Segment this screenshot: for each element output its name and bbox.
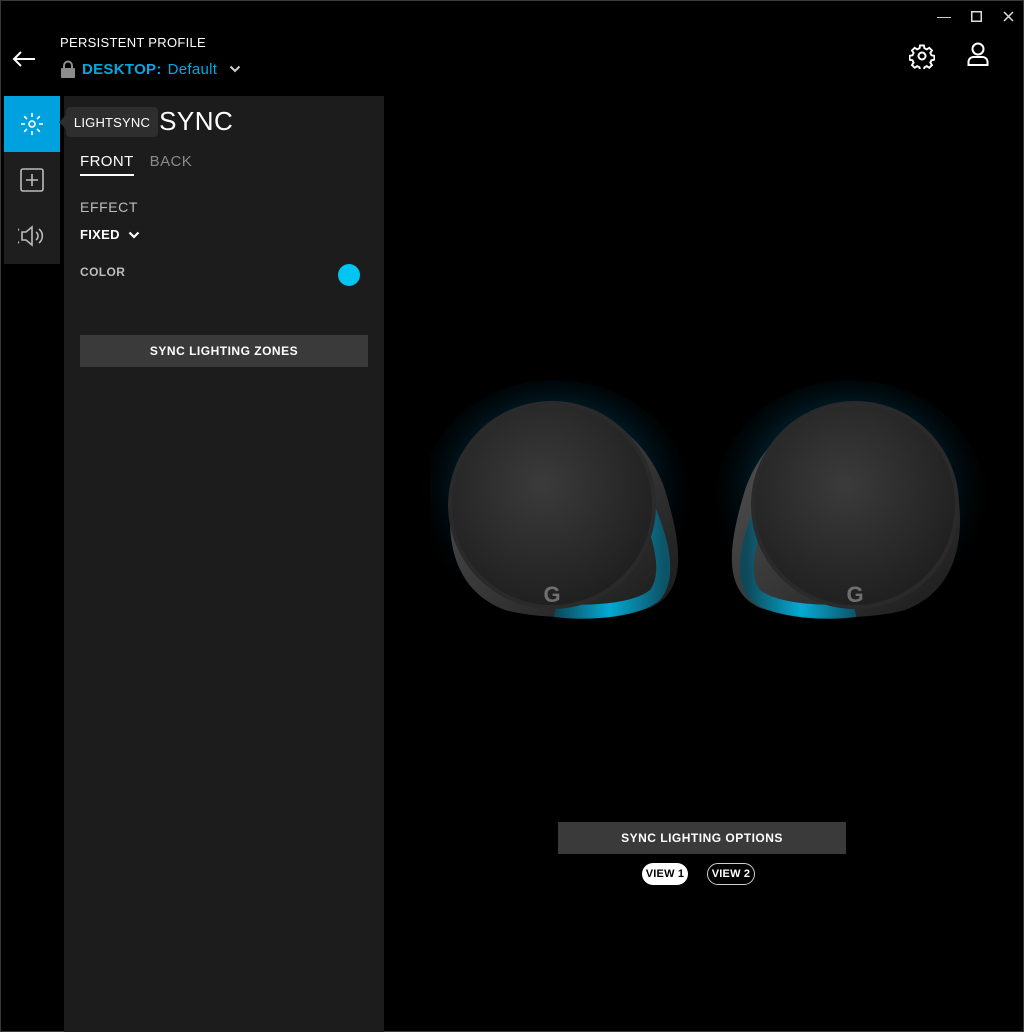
user-icon bbox=[967, 42, 989, 66]
svg-text:G: G bbox=[846, 582, 863, 607]
gear-icon bbox=[909, 44, 935, 69]
maximize-icon bbox=[970, 10, 982, 22]
effect-dropdown[interactable]: FIXED bbox=[80, 227, 140, 242]
left-speaker: G bbox=[430, 380, 690, 620]
account-button[interactable] bbox=[962, 38, 994, 70]
settings-button[interactable] bbox=[906, 40, 938, 72]
profile-prefix: DESKTOP: bbox=[82, 60, 162, 78]
sync-lighting-options-button[interactable]: SYNC LIGHTING OPTIONS bbox=[558, 822, 846, 854]
plus-square-icon bbox=[20, 168, 44, 192]
view-2-button[interactable]: VIEW 2 bbox=[707, 863, 755, 885]
rail-item-assignments[interactable] bbox=[4, 152, 60, 208]
minimize-button[interactable]: — bbox=[931, 6, 957, 26]
chevron-down-icon bbox=[128, 231, 140, 239]
effect-label: EFFECT bbox=[80, 199, 139, 215]
lightsync-panel: LIGHTSYNC FRONT BACK EFFECT FIXED COLOR … bbox=[64, 96, 384, 1032]
color-label: COLOR bbox=[80, 265, 126, 279]
close-button[interactable] bbox=[995, 6, 1021, 26]
view-1-button[interactable]: VIEW 1 bbox=[642, 863, 688, 885]
rail-item-lightsync[interactable] bbox=[4, 96, 60, 152]
effect-value: FIXED bbox=[80, 227, 120, 242]
profile-selector[interactable]: DESKTOP: Default bbox=[60, 58, 241, 80]
rail-item-audio[interactable] bbox=[4, 208, 60, 264]
speaker-illustration: G G bbox=[430, 380, 980, 620]
close-icon bbox=[1002, 10, 1014, 22]
chevron-down-icon bbox=[230, 65, 241, 73]
zone-tabs: FRONT BACK bbox=[80, 153, 192, 176]
right-speaker: G bbox=[715, 380, 980, 620]
sync-lighting-zones-button[interactable]: SYNC LIGHTING ZONES bbox=[80, 335, 368, 367]
back-arrow-icon bbox=[12, 51, 35, 67]
svg-text:G: G bbox=[543, 582, 560, 607]
maximize-button[interactable] bbox=[963, 6, 989, 26]
feature-rail bbox=[4, 96, 60, 264]
speaker-sound-icon bbox=[18, 225, 44, 247]
back-button[interactable] bbox=[8, 44, 40, 74]
color-swatch[interactable] bbox=[338, 264, 360, 286]
lock-icon bbox=[61, 60, 75, 78]
profile-heading: PERSISTENT PROFILE bbox=[60, 35, 207, 50]
lightsync-tooltip: LIGHTSYNC bbox=[59, 107, 158, 137]
tab-back[interactable]: BACK bbox=[150, 153, 192, 176]
sun-icon bbox=[21, 113, 43, 135]
tab-front[interactable]: FRONT bbox=[80, 153, 134, 176]
profile-name: Default bbox=[167, 60, 218, 78]
